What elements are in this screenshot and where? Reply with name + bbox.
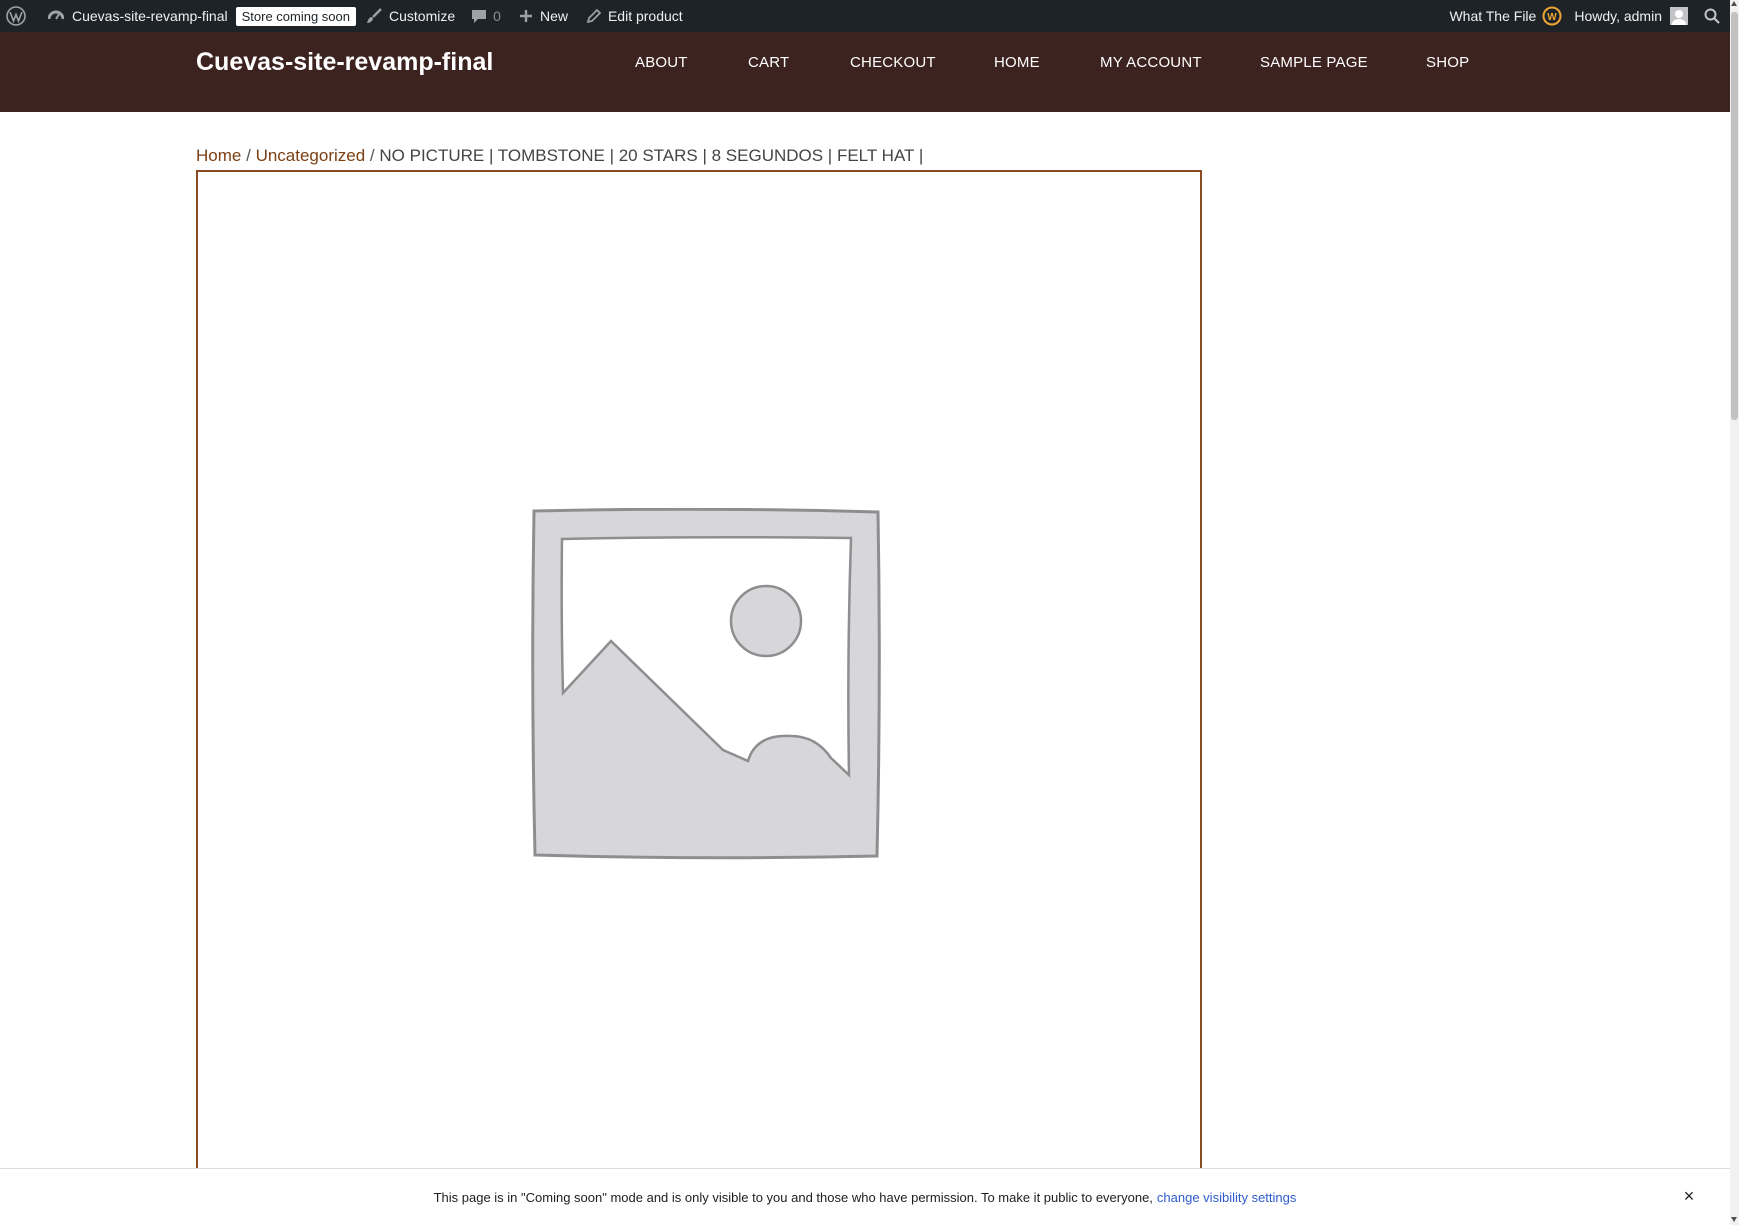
wordpress-logo-button[interactable] — [0, 0, 34, 32]
admin-bar-left: Cuevas-site-revamp-final Store coming so… — [0, 0, 691, 32]
breadcrumb-separator: / — [369, 146, 375, 165]
close-icon[interactable]: × — [1680, 1187, 1698, 1205]
site-header: Cuevas-site-revamp-final ABOUT CART CHEC… — [0, 32, 1730, 112]
breadcrumb: Home / Uncategorized / NO PICTURE | TOMB… — [196, 146, 923, 166]
nav-item-cart[interactable]: CART — [748, 54, 789, 71]
edit-product-link[interactable]: Edit product — [576, 0, 691, 32]
dashboard-icon — [48, 10, 64, 20]
plus-icon — [519, 10, 532, 22]
new-content-link[interactable]: New — [509, 0, 576, 32]
page-scrollbar[interactable] — [1730, 0, 1739, 1225]
admin-bar-right: What The File W Howdy, admin — [1441, 0, 1730, 32]
admin-bar: Cuevas-site-revamp-final Store coming so… — [0, 0, 1730, 32]
nav-item-checkout[interactable]: CHECKOUT — [850, 54, 936, 71]
scroll-up-icon[interactable] — [1731, 1, 1737, 6]
scroll-down-icon[interactable] — [1731, 1217, 1737, 1222]
what-the-file-label: What The File — [1449, 8, 1537, 24]
site-name-link[interactable]: Cuevas-site-revamp-final — [34, 0, 236, 32]
comments-link[interactable]: 0 — [463, 0, 509, 32]
what-the-file-link[interactable]: What The File W — [1441, 0, 1566, 32]
nav-item-about[interactable]: ABOUT — [635, 54, 688, 71]
image-placeholder-icon — [531, 508, 881, 860]
breadcrumb-category-link[interactable]: Uncategorized — [256, 146, 366, 165]
customize-label: Customize — [389, 8, 456, 24]
breadcrumb-current: NO PICTURE | TOMBSTONE | 20 STARS | 8 SE… — [379, 146, 924, 165]
howdy-label: Howdy, admin — [1574, 8, 1662, 24]
site-name-label: Cuevas-site-revamp-final — [72, 8, 228, 24]
nav-item-shop[interactable]: SHOP — [1426, 54, 1469, 71]
nav-item-home[interactable]: HOME — [994, 54, 1040, 71]
store-status-badge[interactable]: Store coming soon — [235, 6, 357, 26]
notice-text: This page is in "Coming soon" mode and i… — [433, 1189, 1153, 1205]
brush-icon — [367, 8, 382, 23]
pencil-icon — [586, 8, 601, 23]
product-gallery[interactable] — [196, 170, 1202, 1170]
what-the-file-icon: W — [1542, 6, 1562, 26]
nav-item-my-account[interactable]: MY ACCOUNT — [1100, 54, 1202, 71]
scrollbar-thumb[interactable] — [1731, 12, 1738, 420]
comment-icon — [472, 10, 487, 23]
breadcrumb-home-link[interactable]: Home — [196, 146, 241, 165]
svg-text:W: W — [1548, 12, 1558, 23]
change-visibility-link[interactable]: change visibility settings — [1157, 1190, 1296, 1205]
new-label: New — [539, 8, 568, 24]
wordpress-icon — [6, 6, 26, 26]
customize-link[interactable]: Customize — [356, 0, 463, 32]
breadcrumb-separator: / — [246, 146, 251, 165]
edit-product-label: Edit product — [607, 8, 683, 24]
search-button[interactable] — [1696, 0, 1730, 32]
my-account-link[interactable]: Howdy, admin — [1566, 0, 1696, 32]
comments-count: 0 — [493, 8, 501, 24]
main-navigation: ABOUT CART CHECKOUT HOME MY ACCOUNT SAMP… — [0, 54, 1730, 84]
nav-item-sample-page[interactable]: SAMPLE PAGE — [1260, 54, 1368, 71]
avatar — [1670, 7, 1688, 25]
search-icon — [1704, 8, 1720, 24]
coming-soon-notice: This page is in "Coming soon" mode and i… — [0, 1168, 1730, 1225]
